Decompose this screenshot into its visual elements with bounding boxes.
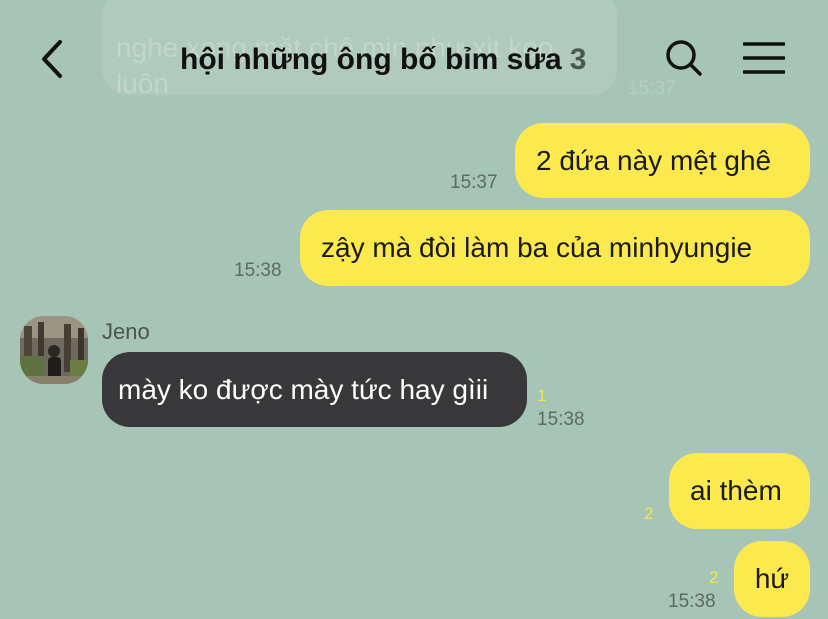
sender-name: Jeno [102,319,150,344]
avatar-photo [20,316,88,384]
unread-count: 1 [537,386,547,405]
message-text: zậy mà đòi làm ba của minhyungie [321,232,753,263]
back-button[interactable] [34,38,74,82]
message-text: ai thèm [690,475,782,506]
unread-count: 2 [644,504,654,523]
message-time: 15:37 [450,172,498,193]
message-bubble-outgoing[interactable]: 2 đứa này mệt ghê [515,123,810,198]
menu-button[interactable] [742,41,786,75]
message-bubble-outgoing[interactable]: ai thèm [669,453,810,529]
member-count: 3 [569,43,587,76]
message-bubble-outgoing[interactable]: zậy mà đòi làm ba của minhyungie [300,210,810,286]
message-time: 15:38 [234,260,282,281]
message-bubble-outgoing[interactable]: hứ [734,541,810,617]
message-text: 2 đứa này mệt ghê [536,144,772,176]
chevron-left-icon [42,40,62,78]
message-text: mày ko được mày tức hay gìii [118,373,489,405]
hamburger-menu-icon [742,42,786,74]
message-text: hứ [754,563,790,594]
avatar[interactable] [20,316,88,384]
unread-count: 2 [709,568,719,587]
search-button[interactable] [664,38,704,78]
chat-title-text: hội những ông bố bỉm sữa [180,43,562,76]
message-time: 15:38 [537,409,585,430]
search-icon [666,40,702,76]
message-bubble-incoming[interactable]: mày ko được mày tức hay gìii [102,352,527,427]
faded-message-time: 15:37 [628,78,676,99]
message-time: 15:38 [668,591,716,612]
chat-title: hội những ông bố bỉm sữa 3 [180,42,586,78]
